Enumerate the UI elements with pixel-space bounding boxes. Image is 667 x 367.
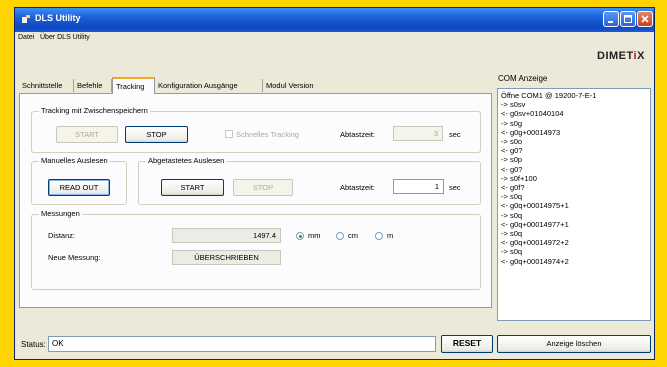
com-line: <- g0sv+01040104 — [501, 109, 564, 119]
unit-m-radio[interactable] — [375, 232, 383, 240]
com-line: <- g0q+00014974+2 — [501, 256, 569, 266]
abgetastet-group-title: Abgetastetes Auslesen — [146, 156, 227, 165]
menu-datei[interactable]: Datei — [18, 34, 34, 41]
abgetastet-stop-button[interactable]: STOP — [233, 179, 293, 196]
tab-schnittstelle[interactable]: Schnittstelle — [19, 79, 74, 92]
schnelles-tracking-checkbox[interactable] — [225, 130, 233, 138]
abgetastet-group: Abgetastetes Auslesen START STOP Abtastz… — [138, 156, 481, 205]
tab-modul-version[interactable]: Modul Version — [263, 79, 331, 92]
unit-mm-radio[interactable] — [296, 232, 304, 240]
com-line: <- g0g+00014973 — [501, 127, 561, 137]
tracking-abtastzeit-input[interactable]: 3 — [393, 126, 443, 141]
tracking-group-title: Tracking mit Zwischenspeichern — [39, 106, 150, 115]
distanz-label: Distanz: — [48, 231, 76, 240]
messungen-group-title: Messungen — [39, 209, 82, 218]
com-line: -> s0o — [501, 137, 523, 147]
clear-display-button[interactable]: Anzeige löschen — [497, 335, 651, 353]
tracking-panel: Tracking mit Zwischenspeichern START STO… — [19, 93, 492, 308]
com-line: <- g0q+00014972+2 — [501, 238, 569, 248]
status-label: Status: — [21, 340, 46, 349]
neue-messung-value: ÜBERSCHRIEBEN — [172, 250, 281, 265]
logo-text-main: DIMET — [597, 50, 634, 62]
close-button[interactable] — [637, 11, 653, 27]
com-line: -> s0f+100 — [501, 173, 537, 183]
com-anzeige-title: COM Anzeige — [498, 74, 548, 83]
com-line: <- g0? — [501, 164, 523, 174]
com-line: -> s0q — [501, 210, 523, 220]
abgetastet-abtastzeit-label: Abtastzeit: — [340, 183, 376, 192]
app-window: DLS Utility Datei Über DLS Utility DIMET… — [14, 7, 655, 360]
tracking-abtastzeit-label: Abtastzeit: — [340, 130, 376, 139]
status-field: OK — [48, 336, 436, 352]
com-line: -> s0q — [501, 247, 523, 257]
unit-mm-label: mm — [308, 231, 321, 240]
minimize-icon — [608, 21, 613, 23]
minimize-button[interactable] — [603, 11, 619, 27]
com-line: -> s0sv — [501, 100, 526, 110]
distanz-value: 1497.4 — [172, 228, 281, 243]
abgetastet-unit-label: sec — [449, 183, 461, 192]
com-line: -> s0q — [501, 229, 523, 239]
abgetastet-start-button[interactable]: START — [161, 179, 224, 196]
reset-button[interactable]: RESET — [441, 335, 493, 353]
unit-cm-radio[interactable] — [336, 232, 344, 240]
logo-text-end: X — [637, 50, 645, 62]
com-log[interactable]: Öffne COM1 @ 19200-7-E-1 -> s0sv <- g0sv… — [497, 88, 651, 321]
com-line: -> s0q — [501, 192, 523, 202]
window-title: DLS Utility — [35, 13, 81, 23]
tracking-unit-label: sec — [449, 130, 461, 139]
com-line: -> s0g — [501, 118, 523, 128]
tab-tracking[interactable]: Tracking — [112, 77, 155, 94]
app-icon — [22, 15, 30, 23]
tracking-stop-button[interactable]: STOP — [125, 126, 188, 143]
menu-bar: Datei Über DLS Utility — [15, 32, 654, 45]
tab-konfiguration-ausgaenge[interactable]: Konfiguration Ausgänge — [155, 79, 263, 92]
abgetastet-abtastzeit-input[interactable]: 1 — [393, 179, 444, 194]
dimetix-logo: DIMETiX — [597, 50, 645, 62]
tracking-start-button[interactable]: START — [56, 126, 118, 143]
tracking-group: Tracking mit Zwischenspeichern START STO… — [31, 106, 481, 153]
read-out-button[interactable]: READ OUT — [48, 179, 110, 196]
com-line: <- g0f? — [501, 183, 525, 193]
com-line: -> s0p — [501, 155, 523, 165]
schnelles-tracking-label: Schnelles Tracking — [236, 130, 299, 139]
com-line: <- g0q+00014975+1 — [501, 201, 569, 211]
close-icon — [641, 15, 649, 23]
unit-cm-label: cm — [348, 231, 358, 240]
neue-messung-label: Neue Messung: — [48, 253, 101, 262]
maximize-button[interactable] — [620, 11, 636, 27]
title-bar[interactable]: DLS Utility — [15, 8, 654, 32]
manuell-group: Manuelles Auslesen READ OUT — [31, 156, 127, 205]
menu-about[interactable]: Über DLS Utility — [40, 34, 90, 41]
maximize-icon — [624, 15, 632, 23]
com-line: Öffne COM1 @ 19200-7-E-1 — [501, 91, 597, 100]
com-line: <- g0? — [501, 146, 523, 156]
com-line: <- g0q+00014977+1 — [501, 219, 569, 229]
manuell-group-title: Manuelles Auslesen — [39, 156, 110, 165]
unit-m-label: m — [387, 231, 394, 240]
messungen-group: Messungen Distanz: 1497.4 mm cm m Neue M… — [31, 209, 481, 290]
tab-befehle[interactable]: Befehle — [74, 79, 112, 92]
